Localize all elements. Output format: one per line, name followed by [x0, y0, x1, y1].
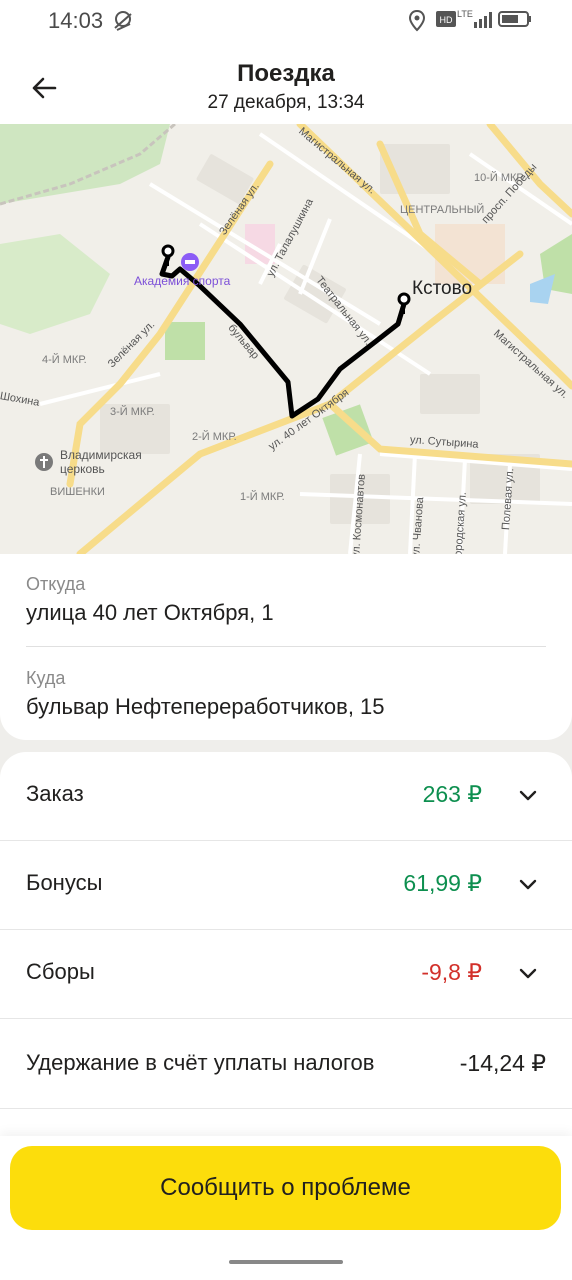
status-time: 14:03 [48, 8, 104, 33]
chevron-down-icon [519, 879, 537, 890]
bottom-panel: Сообщить о проблеме [0, 1136, 572, 1280]
svg-text:HD: HD [440, 15, 453, 25]
chevron-down-icon [519, 790, 537, 801]
battery-icon [498, 11, 531, 27]
notification-icon [114, 11, 132, 31]
payment-details: Заказ 263 ₽ Бонусы 61,99 ₽ Сборы -9,8 ₽ … [0, 752, 572, 1152]
bonuses-label: Бонусы [26, 870, 103, 895]
fees-row[interactable]: Сборы -9,8 ₽ [0, 930, 572, 1019]
fees-label: Сборы [26, 959, 95, 984]
fees-amount: -9,8 ₽ [421, 959, 482, 985]
divider [26, 646, 546, 647]
trip-datetime: 27 декабря, 13:34 [207, 92, 365, 113]
from-caption: Откуда [26, 574, 86, 594]
order-label: Заказ [26, 781, 84, 806]
map-label-church: Владимирская церковь [60, 448, 142, 476]
trip-map[interactable]: Академия спорта Кстово ЦЕНТРАЛЬНЫЙ 10-Й … [0, 124, 572, 554]
order-amount: 263 ₽ [422, 781, 482, 807]
map-label-mkr4: 4-Й МКР. [42, 354, 87, 366]
location-icon [408, 10, 426, 32]
map-label-mkr2: 2-Й МКР. [192, 431, 237, 443]
map-label-mkr1: 1-Й МКР. [240, 491, 285, 503]
bonuses-amount: 61,99 ₽ [403, 870, 482, 896]
status-bar: 14:03 HD LTE [0, 0, 572, 42]
report-problem-button[interactable]: Сообщить о проблеме [10, 1146, 561, 1230]
order-row[interactable]: Заказ 263 ₽ [0, 752, 572, 841]
map-label-city: Кстово [412, 278, 473, 299]
from-address: улица 40 лет Октября, 1 [26, 600, 274, 625]
chevron-down-icon [519, 968, 537, 979]
map-label-vishenki: ВИШЕНКИ [50, 486, 105, 498]
hd-icon: HD [436, 11, 456, 27]
network-type: LTE [457, 9, 473, 19]
tax-amount: -14,24 ₽ [459, 1050, 546, 1076]
map-label-poi: Академия спорта [134, 274, 231, 288]
route-card: Откуда улица 40 лет Октября, 1 Куда буль… [0, 554, 572, 740]
tax-row: Удержание в счёт уплаты налогов -14,24 ₽ [0, 1020, 572, 1109]
header: Поездка 27 декабря, 13:34 [0, 42, 572, 124]
page-title: Поездка [237, 60, 335, 87]
tax-label: Удержание в счёт уплаты налогов [26, 1050, 375, 1075]
to-caption: Куда [26, 668, 66, 688]
map-label-mkr3: 3-Й МКР. [110, 406, 155, 418]
signal-icon [474, 12, 492, 28]
map-label-central: ЦЕНТРАЛЬНЫЙ [400, 204, 485, 216]
to-address: бульвар Нефтепереработчиков, 15 [26, 694, 385, 719]
bonuses-row[interactable]: Бонусы 61,99 ₽ [0, 841, 572, 930]
home-indicator[interactable] [229, 1260, 343, 1264]
